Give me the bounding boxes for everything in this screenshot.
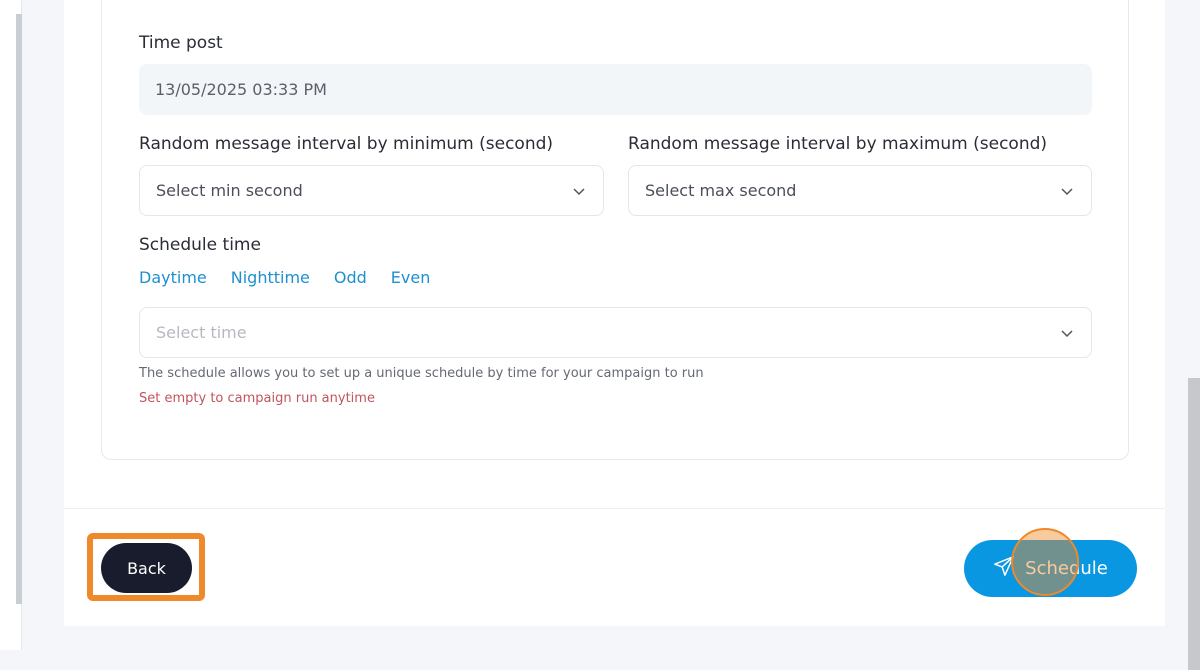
quick-option-daytime[interactable]: Daytime [139, 268, 207, 287]
left-scrollbar[interactable] [16, 14, 22, 604]
min-interval-select[interactable]: Select min second [139, 165, 604, 216]
schedule-settings-card: Time post 13/05/2025 03:33 PM Random mes… [101, 0, 1129, 460]
schedule-time-label: Schedule time [139, 235, 261, 255]
time-post-input[interactable]: 13/05/2025 03:33 PM [139, 64, 1092, 115]
schedule-time-select[interactable]: Select time [139, 307, 1092, 358]
empty-schedule-hint: Set empty to campaign run anytime [139, 391, 375, 406]
max-interval-placeholder: Select max second [645, 181, 797, 200]
page-scrollbar-thumb[interactable] [1188, 378, 1200, 670]
left-sidebar-edge [0, 0, 22, 650]
chevron-down-icon [1059, 325, 1075, 341]
back-button[interactable]: Back [101, 543, 192, 593]
chevron-down-icon [571, 183, 587, 199]
chevron-down-icon [1059, 183, 1075, 199]
footer-divider [64, 508, 1165, 509]
time-post-value: 13/05/2025 03:33 PM [155, 80, 327, 99]
min-interval-placeholder: Select min second [156, 181, 303, 200]
time-post-label: Time post [139, 33, 223, 53]
quick-option-even[interactable]: Even [391, 268, 431, 287]
page-scrollbar-track[interactable] [1188, 0, 1200, 670]
quick-option-odd[interactable]: Odd [334, 268, 367, 287]
min-interval-label: Random message interval by minimum (seco… [139, 134, 554, 154]
quick-option-nighttime[interactable]: Nighttime [231, 268, 310, 287]
select-time-placeholder: Select time [156, 323, 247, 342]
max-interval-select[interactable]: Select max second [628, 165, 1092, 216]
click-indicator [1011, 528, 1079, 596]
campaign-form-panel: Time post 13/05/2025 03:33 PM Random mes… [64, 0, 1165, 626]
schedule-quick-options: Daytime Nighttime Odd Even [139, 268, 430, 287]
max-interval-label: Random message interval by maximum (seco… [628, 134, 1048, 154]
schedule-hint: The schedule allows you to set up a uniq… [139, 366, 704, 381]
